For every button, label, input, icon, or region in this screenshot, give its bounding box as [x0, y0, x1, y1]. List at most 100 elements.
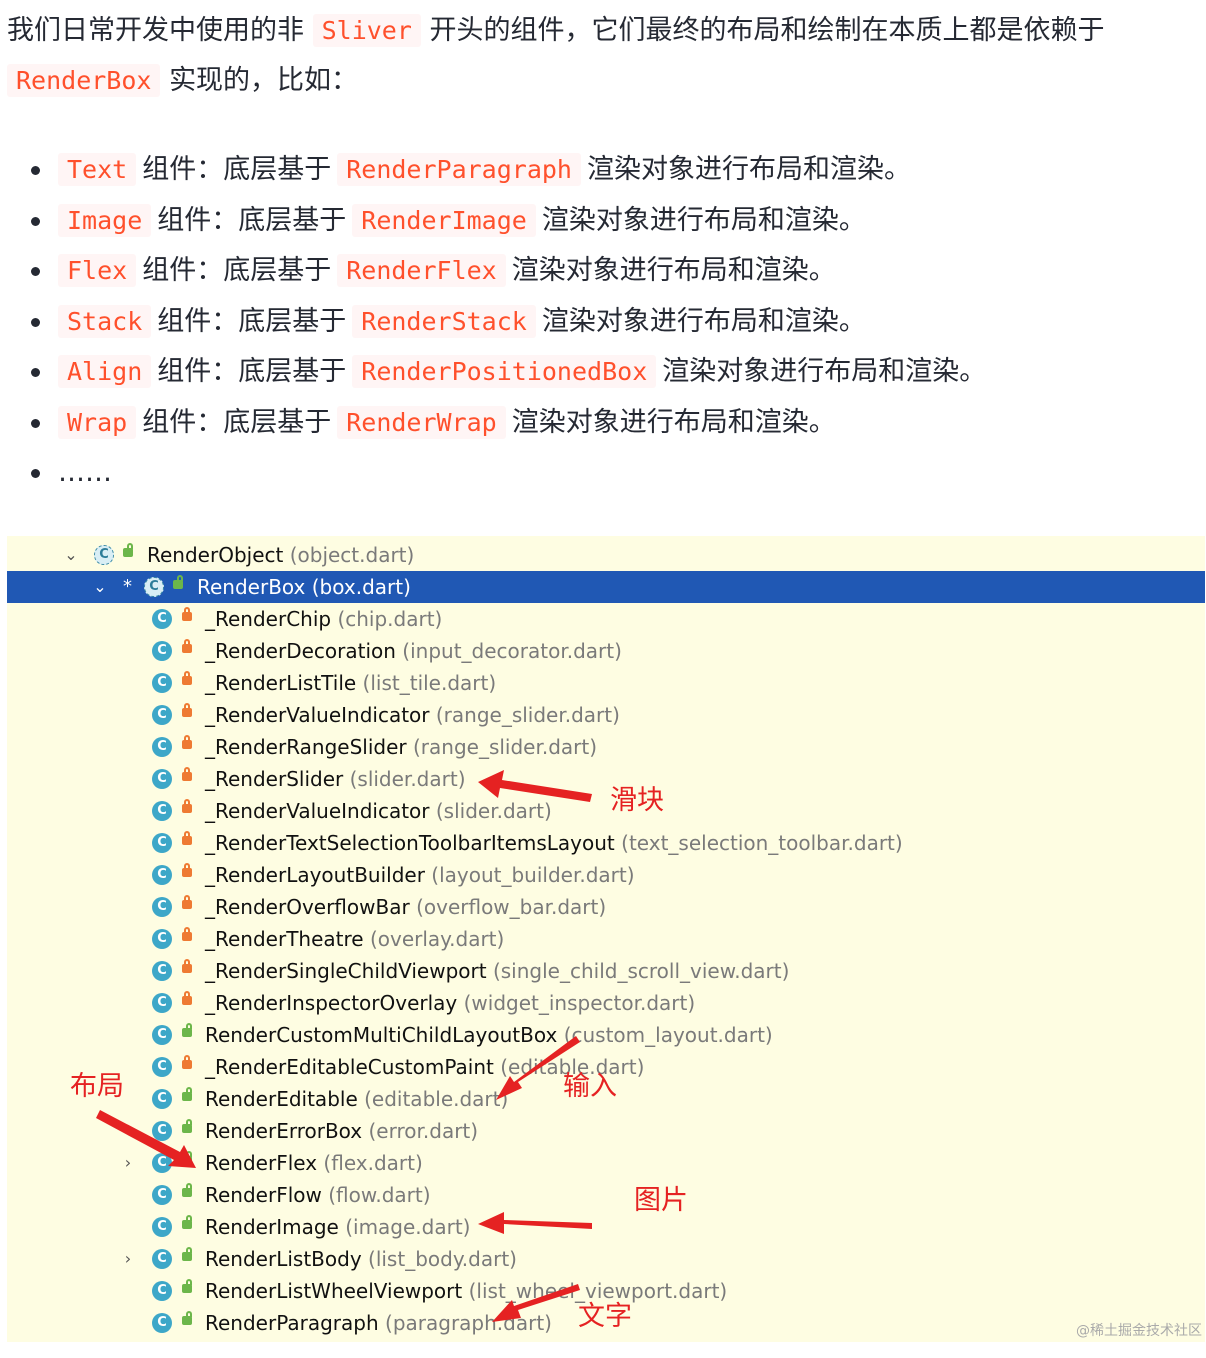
- class-icon: C: [152, 1281, 172, 1301]
- tree-row[interactable]: C RenderErrorBox (error.dart): [7, 1115, 1205, 1147]
- chevron-right-icon[interactable]: ›: [119, 1243, 137, 1275]
- tree-row[interactable]: C RenderCustomMultiChildLayoutBox (custom…: [7, 1019, 1205, 1051]
- class-name: _RenderSlider: [205, 767, 344, 791]
- intro-text-3: 实现的，比如：: [169, 65, 359, 96]
- class-icon: C: [152, 1121, 172, 1141]
- tree-row[interactable]: C _RenderTheatre (overlay.dart): [7, 923, 1205, 955]
- private-lock-icon: [182, 1055, 192, 1069]
- class-icon: C: [152, 769, 172, 789]
- tree-row[interactable]: C _RenderDecoration (input_decorator.dart…: [7, 635, 1205, 667]
- tree-row-root[interactable]: ⌄ C RenderObject (object.dart): [7, 539, 1205, 571]
- widget-code: Wrap: [58, 405, 137, 439]
- file-name: (list_tile.dart): [362, 671, 497, 695]
- class-icon: C: [152, 897, 172, 917]
- tree-row-label: RenderFlex (flex.dart): [205, 1147, 423, 1179]
- class-name: _RenderOverflowBar: [205, 895, 410, 919]
- tree-row-label: RenderCustomMultiChildLayoutBox (custom_…: [205, 1019, 773, 1051]
- class-icon: C: [152, 673, 172, 693]
- widget-code: Image: [58, 203, 152, 237]
- class-name: RenderFlex: [205, 1151, 318, 1175]
- chevron-down-icon[interactable]: ⌄: [62, 539, 80, 571]
- private-lock-icon: [182, 959, 192, 973]
- list-text: 渲染对象进行布局和渲染。: [511, 406, 836, 438]
- list-item: Image 组件：底层基于 RenderImage 渲染对象进行布局和渲染。: [0, 196, 992, 247]
- tree-row[interactable]: C _RenderValueIndicator (range_slider.dar…: [7, 699, 1205, 731]
- list-item: Align 组件：底层基于 RenderPositionedBox 渲染对象进行布局和…: [0, 347, 992, 398]
- intro-text-2: 开头的组件，它们最终的布局和绘制在本质上都是依赖于: [429, 15, 1105, 46]
- class-name: RenderFlow: [205, 1183, 322, 1207]
- tree-row-label: _RenderSlider (slider.dart): [205, 763, 466, 795]
- tree-row[interactable]: C _RenderListTile (list_tile.dart): [7, 667, 1205, 699]
- class-icon: C: [152, 737, 172, 757]
- ellipsis-text: ……: [58, 457, 112, 488]
- tree-row[interactable]: › C RenderListBody (list_body.dart): [7, 1243, 1205, 1275]
- public-lock-icon: [182, 1215, 192, 1229]
- class-name: RenderListWheelViewport: [205, 1279, 463, 1303]
- private-lock-icon: [182, 607, 192, 621]
- render-code: RenderParagraph: [337, 153, 581, 186]
- list-text: 组件：底层基于: [157, 204, 347, 236]
- private-lock-icon: [182, 863, 192, 877]
- public-lock-icon: [182, 1023, 192, 1037]
- tree-row-label: _RenderListTile (list_tile.dart): [205, 667, 496, 699]
- tree-row[interactable]: C RenderImage (image.dart): [7, 1211, 1205, 1243]
- tree-row[interactable]: C _RenderValueIndicator (slider.dart): [7, 795, 1205, 827]
- tree-row-label: RenderEditable (editable.dart): [205, 1083, 508, 1115]
- tree-row-label: RenderListBody (list_body.dart): [205, 1243, 517, 1275]
- tree-row[interactable]: C RenderFlow (flow.dart): [7, 1179, 1205, 1211]
- file-name: (editable.dart): [364, 1087, 509, 1111]
- tree-row[interactable]: C _RenderChip (chip.dart): [7, 603, 1205, 635]
- render-code: RenderImage: [352, 203, 536, 237]
- tree-row[interactable]: C _RenderInspectorOverlay (widget_inspect…: [7, 987, 1205, 1019]
- list-item: Wrap 组件：底层基于 RenderWrap 渲染对象进行布局和渲染。: [0, 398, 992, 449]
- file-name: (slider.dart): [349, 767, 466, 791]
- file-name: (widget_inspector.dart): [463, 991, 696, 1015]
- list-text: 渲染对象进行布局和渲染。: [587, 154, 911, 185]
- render-code: RenderPositionedBox: [352, 355, 657, 388]
- list-text: 组件：底层基于: [157, 305, 347, 337]
- widget-code: Align: [58, 355, 152, 388]
- class-name: RenderObject: [147, 543, 284, 567]
- tree-row[interactable]: C _RenderRangeSlider (range_slider.dart): [7, 731, 1205, 763]
- tree-row-label: _RenderDecoration (input_decorator.dart): [205, 635, 622, 667]
- class-hierarchy-tree: ⌄ C RenderObject (object.dart) ⌄ * C Ren…: [7, 536, 1205, 1342]
- public-lock-icon: [182, 1119, 192, 1133]
- modified-marker: *: [123, 576, 132, 597]
- file-name: (error.dart): [368, 1119, 479, 1143]
- private-lock-icon: [182, 703, 192, 717]
- tree-row[interactable]: C _RenderLayoutBuilder (layout_builder.da…: [7, 859, 1205, 891]
- class-name: RenderImage: [205, 1215, 339, 1239]
- file-name: (paragraph.dart): [385, 1311, 552, 1335]
- tree-row[interactable]: C _RenderOverflowBar (overflow_bar.dart): [7, 891, 1205, 923]
- tree-row[interactable]: C _RenderSlider (slider.dart): [7, 763, 1205, 795]
- class-name: _RenderEditableCustomPaint: [205, 1055, 494, 1079]
- chevron-down-icon[interactable]: ⌄: [91, 571, 109, 603]
- file-name: (range_slider.dart): [412, 735, 598, 759]
- public-lock-icon: [182, 1183, 192, 1197]
- class-icon: C: [152, 1217, 172, 1237]
- class-icon: C: [152, 993, 172, 1013]
- tree-row-label: _RenderSingleChildViewport (single_child…: [205, 955, 789, 987]
- class-icon: C: [152, 929, 172, 949]
- class-name: _RenderValueIndicator: [205, 703, 430, 727]
- tree-row[interactable]: C _RenderTextSelectionToolbarItemsLayout …: [7, 827, 1205, 859]
- class-icon: C: [152, 1313, 172, 1333]
- class-name: _RenderListTile: [205, 671, 357, 695]
- tree-row-label: RenderFlow (flow.dart): [205, 1179, 431, 1211]
- file-name: (object.dart): [289, 543, 415, 567]
- public-lock-icon: [173, 575, 183, 589]
- private-lock-icon: [182, 799, 192, 813]
- annotation-layout: 布局: [70, 1071, 124, 1102]
- tree-row[interactable]: › C RenderFlex (flex.dart): [7, 1147, 1205, 1179]
- tree-row-selected[interactable]: ⌄ * C RenderBox (box.dart): [7, 571, 1205, 603]
- render-code: RenderStack: [352, 304, 536, 338]
- class-icon: C: [152, 1185, 172, 1205]
- tree-row-label: _RenderValueIndicator (range_slider.dart…: [205, 699, 620, 731]
- file-name: (flex.dart): [323, 1151, 423, 1175]
- class-icon: C: [152, 865, 172, 885]
- intro-paragraph: 我们日常开发中使用的非 Sliver 开头的组件，它们最终的布局和绘制在本质上都…: [7, 6, 1197, 106]
- chevron-right-icon[interactable]: ›: [119, 1147, 137, 1179]
- tree-row[interactable]: C _RenderSingleChildViewport (single_chil…: [7, 955, 1205, 987]
- render-code: RenderFlex: [337, 254, 506, 287]
- public-lock-icon: [182, 1247, 192, 1261]
